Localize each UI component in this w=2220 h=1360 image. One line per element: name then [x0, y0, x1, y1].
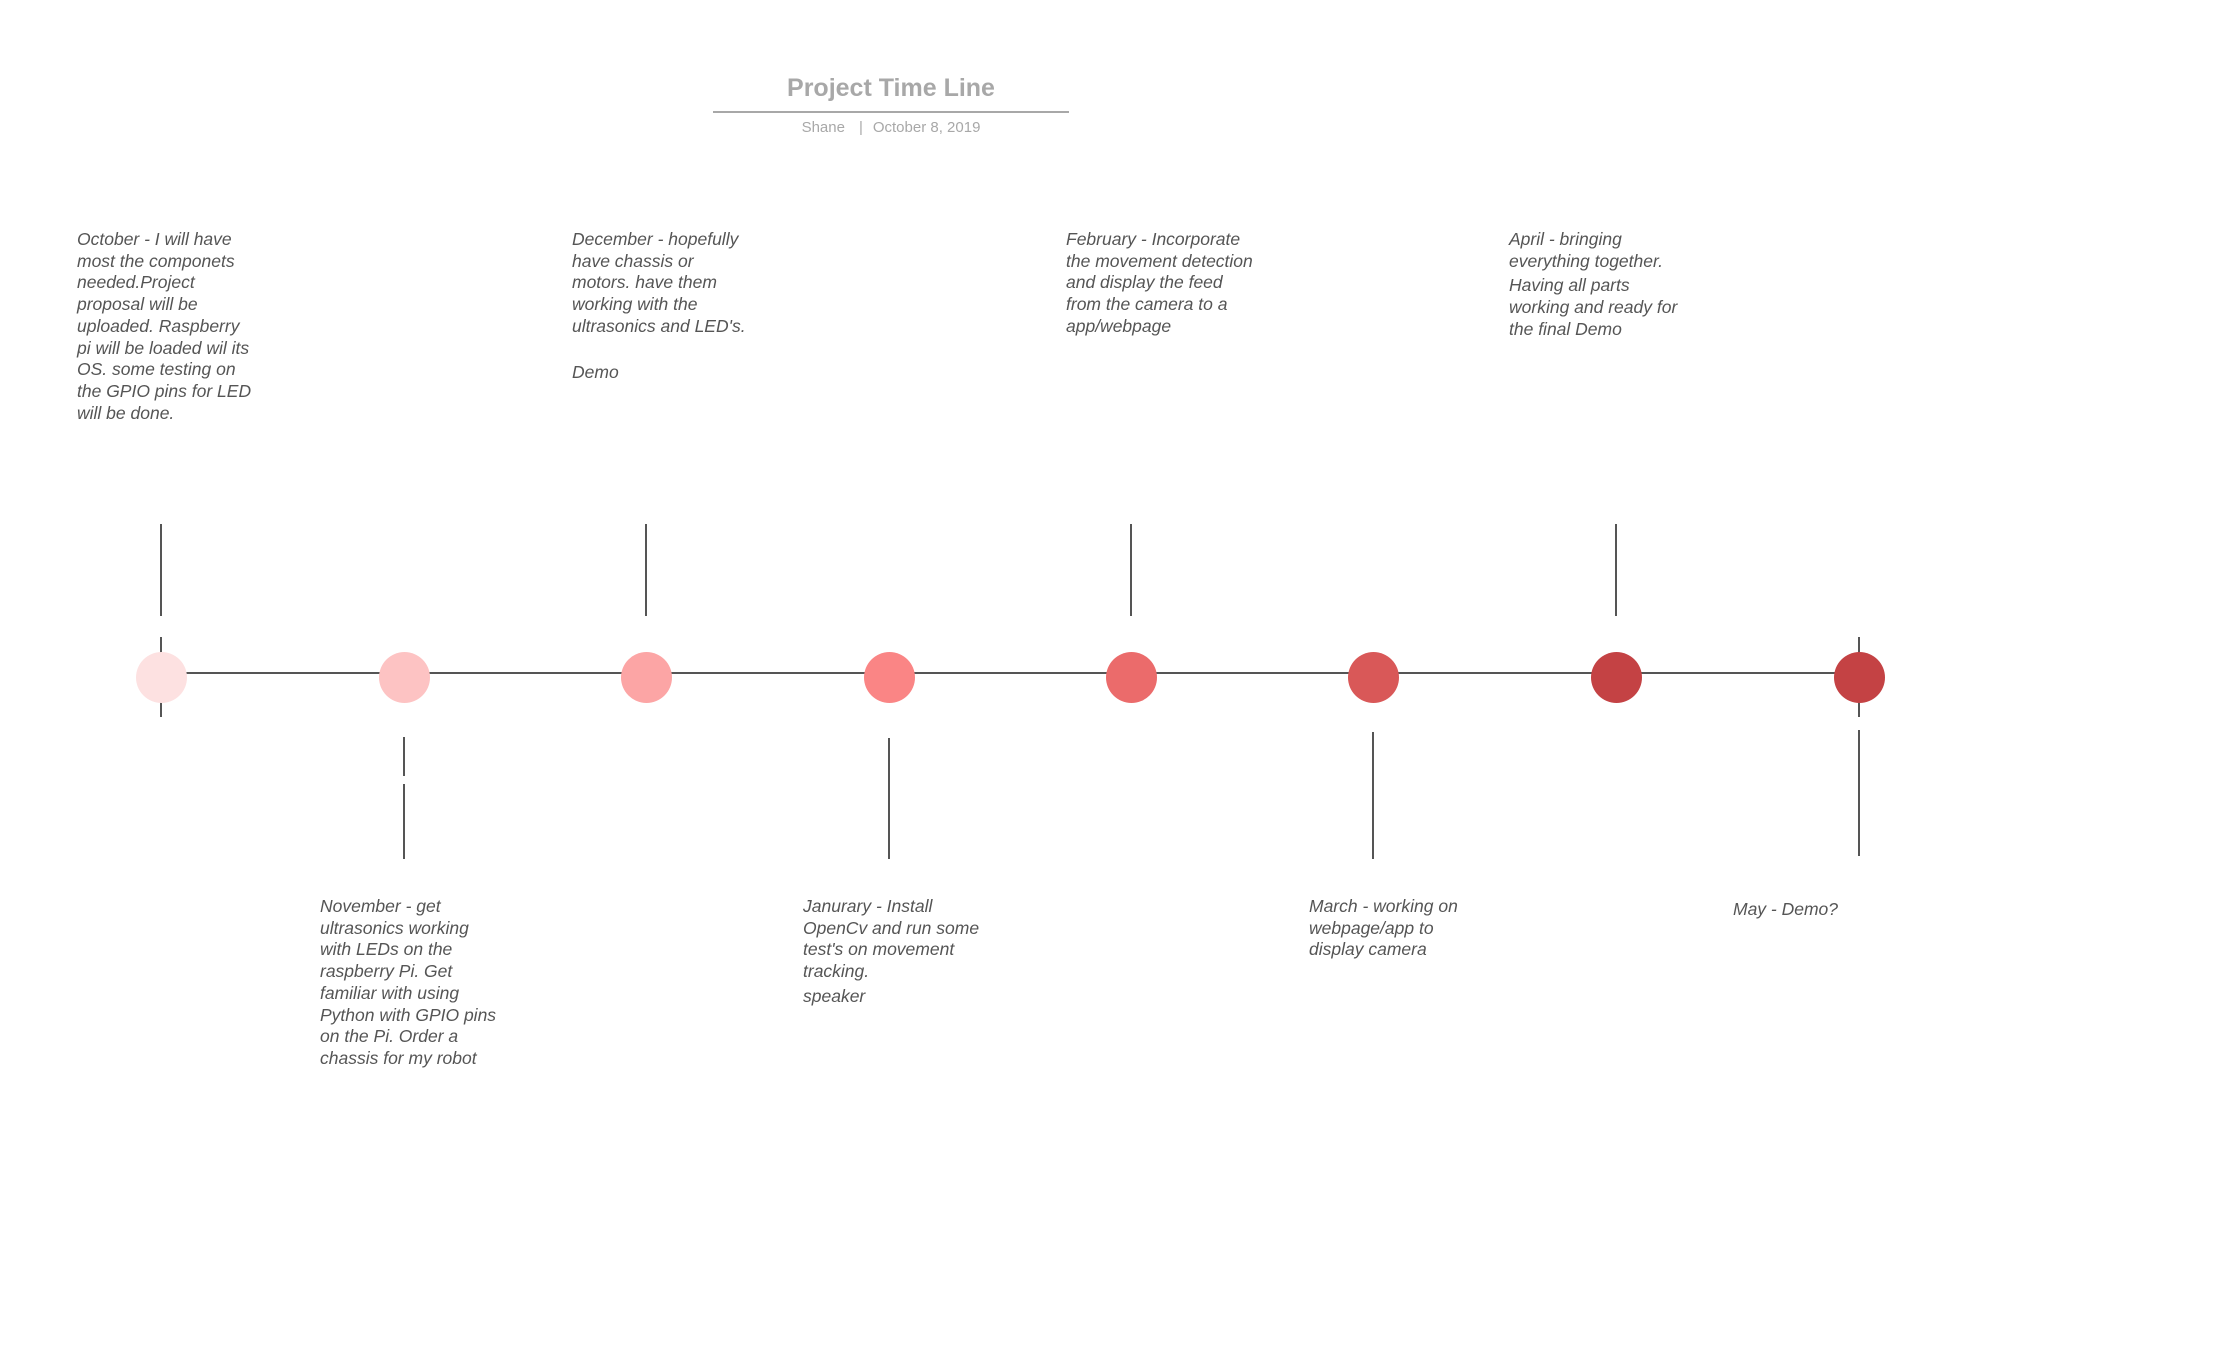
milestone-note-mar: March - working on webpage/app to displa… — [1309, 896, 1489, 961]
connector-tick-nov-2 — [403, 784, 405, 859]
connector-tick-feb-1 — [1130, 524, 1132, 616]
connector-tick-apr-1 — [1615, 524, 1617, 616]
document-date: October 8, 2019 — [872, 119, 981, 136]
milestone-note-oct: October - I will have most the componets… — [77, 229, 257, 424]
milestone-dot-nov[interactable] — [378, 651, 430, 703]
title-underline — [713, 111, 1069, 113]
milestone-dot-dec[interactable] — [620, 651, 672, 703]
milestone-dot-mar[interactable] — [1347, 651, 1399, 703]
page-title: Project Time Line — [787, 74, 995, 102]
page-subtitle: Shane | October 8, 2019 — [713, 119, 1069, 136]
milestone-note-line: Demo — [572, 361, 619, 382]
milestone-note-line: Having all parts working and ready for t… — [1509, 275, 1678, 339]
connector-tick-jan-1 — [888, 738, 890, 859]
milestone-note-feb: February - Incorporate the movement dete… — [1066, 229, 1256, 338]
milestone-note-line: Janurary - Install OpenCv and run some t… — [803, 896, 980, 982]
milestone-note-dec: December - hopefully have chassis or mot… — [572, 229, 752, 383]
connector-tick-dec-1 — [645, 524, 647, 616]
milestone-dot-oct[interactable] — [135, 651, 187, 703]
milestone-dot-apr[interactable] — [1590, 651, 1642, 703]
connector-tick-oct-1 — [160, 524, 162, 616]
connector-tick-may-2 — [1858, 730, 1860, 856]
connector-tick-mar-1 — [1372, 732, 1374, 859]
subtitle-separator: | — [858, 119, 863, 136]
milestone-note-may: May - Demo? — [1733, 899, 1913, 921]
milestone-dot-feb[interactable] — [1105, 651, 1157, 703]
milestone-dot-jan[interactable] — [863, 651, 915, 703]
milestone-note-jan: Janurary - Install OpenCv and run some t… — [803, 896, 983, 1008]
milestone-note-line: March - working on webpage/app to displa… — [1309, 896, 1458, 960]
milestone-note-line: speaker — [803, 985, 866, 1006]
connector-tick-nov-1 — [403, 737, 405, 776]
milestone-note-line: February - Incorporate the movement dete… — [1066, 229, 1253, 336]
milestone-note-nov: November - get ultrasonics working with … — [320, 896, 500, 1070]
author-name: Shane — [801, 119, 845, 136]
timeline-canvas: Project Time Line Shane | October 8, 2019 … — [0, 0, 2220, 1360]
milestone-note-line: November - get ultrasonics working with … — [320, 896, 497, 1068]
milestone-dot-may[interactable] — [1833, 651, 1885, 703]
milestone-note-line: December - hopefully have chassis or mot… — [572, 229, 746, 336]
milestone-note-line: May - Demo? — [1733, 899, 1839, 919]
milestone-note-line: October - I will have most the componets… — [77, 229, 252, 423]
milestone-note-line: April - bringing everything together. — [1509, 229, 1664, 271]
milestone-note-apr: April - bringing everything together. Hav… — [1509, 229, 1689, 341]
